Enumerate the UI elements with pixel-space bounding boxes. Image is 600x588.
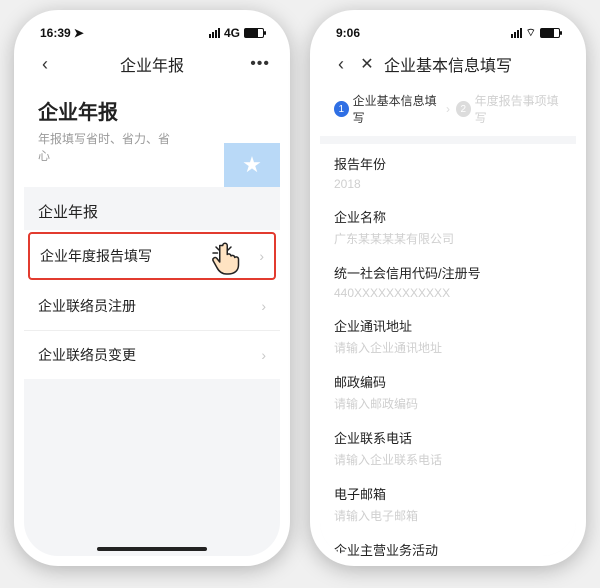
menu-item-label: 企业联络员变更 [38, 345, 136, 365]
menu-item-contact-register[interactable]: 企业联络员注册 › [24, 282, 280, 331]
field-label: 邮政编码 [334, 372, 562, 391]
navbar: ‹ ✕ 企业基本信息填写 [320, 46, 576, 82]
hero-subtitle: 年报填写省时、省力、省心 [38, 131, 178, 165]
status-bar: 9:06 ⌔ [320, 20, 576, 46]
screen: 1 企业基本信息填写 › 2 年度报告事项填写 报告年份 2018 企业名称 广… [320, 82, 576, 556]
menu-list: 企业年度报告填写 › 企业联络员注册 › 企业联络员 [24, 230, 280, 379]
location-icon: ➤ [74, 26, 84, 40]
hero: 企业年报 年报填写省时、省力、省心 ★ [24, 82, 280, 187]
status-time: 16:39 [40, 26, 71, 40]
field-label: 企业名称 [334, 207, 562, 226]
field-company-name[interactable]: 企业名称 广东某某某某有限公司 [320, 197, 576, 253]
signal-icon [209, 28, 220, 38]
back-icon[interactable]: ‹ [330, 54, 352, 75]
battery-icon [244, 28, 264, 38]
signal-icon [511, 28, 522, 38]
field-label: 企业通讯地址 [334, 316, 562, 335]
field-label: 企业主营业务活动 [334, 540, 562, 556]
step-two-dot: 2 [456, 101, 471, 117]
field-value: 广东某某某某有限公司 [334, 230, 562, 247]
step-separator-icon: › [446, 102, 450, 116]
field-address[interactable]: 企业通讯地址 请输入企业通讯地址 [320, 306, 576, 362]
screen: 企业年报 年报填写省时、省力、省心 ★ 企业年报 企业年度报告填写 › [24, 82, 280, 556]
menu-item-annual-report[interactable]: 企业年度报告填写 › [28, 232, 276, 280]
field-label: 统一社会信用代码/注册号 [334, 263, 562, 282]
back-icon[interactable]: ‹ [34, 54, 56, 75]
chevron-right-icon: › [261, 298, 266, 314]
field-value: 请输入企业通讯地址 [334, 339, 562, 356]
chevron-right-icon: › [259, 248, 264, 264]
step-indicator: 1 企业基本信息填写 › 2 年度报告事项填写 [320, 82, 576, 136]
phone-left: 16:39 ➤ 4G ‹ 企业年报 ••• 企业年报 年报填写省时、省力、省心 … [14, 10, 290, 566]
menu-item-label: 企业年度报告填写 [40, 246, 152, 266]
field-value: 请输入企业联系电话 [334, 451, 562, 468]
section-header: 企业年报 [24, 187, 280, 230]
status-time: 9:06 [336, 26, 360, 40]
star-icon: ★ [224, 143, 280, 187]
field-value: 请输入邮政编码 [334, 395, 562, 412]
nav-title: 企业年报 [24, 52, 280, 76]
close-icon[interactable]: ✕ [356, 54, 378, 74]
field-postal-code[interactable]: 邮政编码 请输入邮政编码 [320, 362, 576, 418]
field-credit-code[interactable]: 统一社会信用代码/注册号 440XXXXXXXXXXXX [320, 253, 576, 306]
hero-title: 企业年报 [38, 96, 266, 125]
pointer-hand-icon [210, 242, 240, 276]
field-phone[interactable]: 企业联系电话 请输入企业联系电话 [320, 418, 576, 474]
field-report-year[interactable]: 报告年份 2018 [320, 144, 576, 197]
wifi-icon: ⌔ [526, 26, 536, 40]
field-label: 企业联系电话 [334, 428, 562, 447]
status-bar: 16:39 ➤ 4G [24, 20, 280, 46]
phone-right: 9:06 ⌔ ‹ ✕ 企业基本信息填写 1 企业基本信息填写 › 2 年度报告事… [310, 10, 586, 566]
chevron-right-icon: › [261, 347, 266, 363]
field-value: 2018 [334, 177, 562, 191]
menu-item-label: 企业联络员注册 [38, 296, 136, 316]
step-one-dot: 1 [334, 101, 349, 117]
field-label: 报告年份 [334, 154, 562, 173]
field-label: 电子邮箱 [334, 484, 562, 503]
field-value: 请输入电子邮箱 [334, 507, 562, 524]
field-email[interactable]: 电子邮箱 请输入电子邮箱 [320, 474, 576, 530]
form: 报告年份 2018 企业名称 广东某某某某有限公司 统一社会信用代码/注册号 4… [320, 144, 576, 556]
step-two-label: 年度报告事项填写 [475, 92, 562, 126]
navbar: ‹ 企业年报 ••• [24, 46, 280, 82]
step-one-label: 企业基本信息填写 [353, 92, 440, 126]
battery-icon [540, 28, 560, 38]
home-indicator[interactable] [97, 547, 207, 551]
field-main-business[interactable]: 企业主营业务活动 请输入企业主营业务活动 [320, 530, 576, 556]
more-icon[interactable]: ••• [250, 55, 270, 73]
network-label: 4G [224, 26, 240, 40]
field-value: 440XXXXXXXXXXXX [334, 286, 562, 300]
menu-item-contact-change[interactable]: 企业联络员变更 › [24, 331, 280, 379]
